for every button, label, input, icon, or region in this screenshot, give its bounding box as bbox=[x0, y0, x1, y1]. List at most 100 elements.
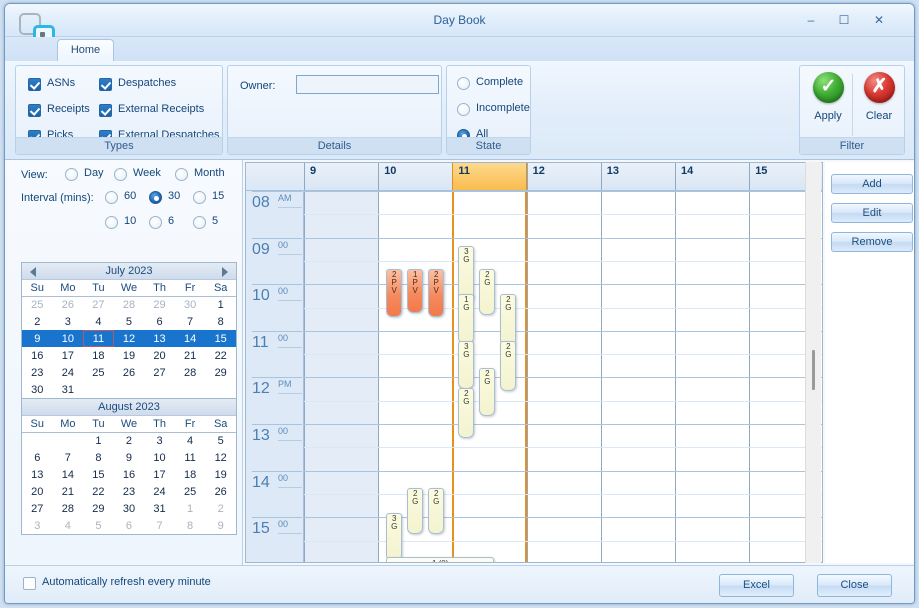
july-day-29[interactable]: 29 bbox=[205, 364, 236, 381]
august-day-25[interactable]: 25 bbox=[175, 483, 206, 500]
day-header-14[interactable]: 14 bbox=[675, 163, 750, 190]
appointment-block[interactable]: 2PV bbox=[386, 269, 403, 317]
appointment-block[interactable]: 2G bbox=[500, 294, 517, 346]
august-day-1[interactable]: 1 bbox=[83, 432, 114, 449]
appointment-block[interactable]: 3G bbox=[458, 341, 475, 389]
august-day-4[interactable]: 4 bbox=[53, 517, 84, 534]
july-day-29[interactable]: 29 bbox=[144, 296, 175, 313]
august-day-8[interactable]: 8 bbox=[175, 517, 206, 534]
july-day-26[interactable]: 26 bbox=[114, 364, 145, 381]
july-day-9[interactable]: 9 bbox=[22, 330, 53, 347]
july-day-10[interactable]: 10 bbox=[52, 330, 84, 347]
appointment-block[interactable]: 2G bbox=[407, 488, 424, 534]
day-header-13[interactable]: 13 bbox=[600, 163, 675, 190]
august-day-24[interactable]: 24 bbox=[144, 483, 175, 500]
august-day-20[interactable]: 20 bbox=[22, 483, 53, 500]
july-day-15[interactable]: 15 bbox=[205, 330, 236, 347]
july-day-17[interactable]: 17 bbox=[53, 347, 84, 364]
august-day-31[interactable]: 31 bbox=[144, 500, 175, 517]
july-day-23[interactable]: 23 bbox=[22, 364, 53, 381]
july-day-24[interactable]: 24 bbox=[53, 364, 84, 381]
august-day-4[interactable]: 4 bbox=[175, 432, 206, 449]
apply-button[interactable]: ✓ Apply bbox=[804, 72, 852, 138]
august-day-3[interactable]: 3 bbox=[22, 517, 53, 534]
appointment-block[interactable]: 2PV bbox=[428, 269, 445, 317]
calendar-july[interactable]: July 2023 Su Mo Tu We Th Fr Sa 25 26 27 28 29 30 1 2 3 4… bbox=[21, 262, 237, 399]
august-day-17[interactable]: 17 bbox=[144, 466, 175, 483]
july-day-3[interactable]: 3 bbox=[53, 313, 84, 330]
appointment-block[interactable]: 2G bbox=[458, 388, 475, 438]
july-day-30[interactable]: 30 bbox=[22, 381, 53, 398]
tab-home[interactable]: Home bbox=[57, 39, 114, 62]
august-day-13[interactable]: 13 bbox=[22, 466, 53, 483]
august-day-8[interactable]: 8 bbox=[83, 449, 114, 466]
august-day-27[interactable]: 27 bbox=[22, 500, 53, 517]
july-day-25[interactable]: 25 bbox=[22, 296, 53, 313]
july-day-30[interactable]: 30 bbox=[175, 296, 206, 313]
august-day-1[interactable]: 1 bbox=[175, 500, 206, 517]
july-day-27[interactable]: 27 bbox=[144, 364, 175, 381]
july-day-21[interactable]: 21 bbox=[175, 347, 206, 364]
july-day-5[interactable]: 5 bbox=[114, 313, 145, 330]
august-day-22[interactable]: 22 bbox=[83, 483, 114, 500]
july-day-26[interactable]: 26 bbox=[53, 296, 84, 313]
august-day-10[interactable]: 10 bbox=[144, 449, 175, 466]
maximize-icon[interactable]: ☐ bbox=[831, 12, 857, 29]
close-icon[interactable]: ✕ bbox=[866, 12, 892, 29]
august-day-12[interactable]: 12 bbox=[205, 449, 236, 466]
july-day-11[interactable]: 11 bbox=[83, 330, 114, 347]
day-header-10[interactable]: 10 bbox=[378, 163, 453, 190]
close-button[interactable]: Close bbox=[817, 574, 892, 597]
appointment-block[interactable]: 1PV bbox=[407, 269, 424, 313]
july-day-31[interactable]: 31 bbox=[53, 381, 84, 398]
excel-button[interactable]: Excel bbox=[719, 574, 794, 597]
july-day-2[interactable]: 2 bbox=[22, 313, 53, 330]
july-day-28[interactable]: 28 bbox=[114, 296, 145, 313]
chevron-left-icon[interactable] bbox=[30, 267, 36, 277]
appointment-block[interactable]: 3G bbox=[386, 513, 403, 561]
scheduler[interactable]: 9 10 11 12 13 14 15 08 AM 09 00 10 00 11 00 12 PM 13 00 14… bbox=[245, 162, 823, 563]
appointment-block[interactable]: 1 (0) bbox=[386, 557, 495, 562]
august-day-28[interactable]: 28 bbox=[53, 500, 84, 517]
scheduler-grid[interactable]: 2PV 1PV 2PV 3G 2G 1G 2G 3G 2G 2G 2G 2G 2G 3G 1 (0) bbox=[304, 191, 822, 562]
remove-button[interactable]: Remove bbox=[831, 232, 913, 252]
appointment-block[interactable]: 2G bbox=[428, 488, 445, 534]
july-day-18[interactable]: 18 bbox=[83, 347, 114, 364]
minimize-icon[interactable]: – bbox=[798, 12, 824, 29]
july-day-13[interactable]: 13 bbox=[144, 330, 175, 347]
appointment-block[interactable]: 2G bbox=[479, 269, 496, 315]
august-day-26[interactable]: 26 bbox=[205, 483, 236, 500]
chevron-right-icon[interactable] bbox=[222, 267, 228, 277]
august-day-6[interactable]: 6 bbox=[22, 449, 53, 466]
august-day-11[interactable]: 11 bbox=[175, 449, 206, 466]
august-day-5[interactable]: 5 bbox=[205, 432, 236, 449]
august-day-2[interactable]: 2 bbox=[205, 500, 236, 517]
july-day-16[interactable]: 16 bbox=[22, 347, 53, 364]
july-day-19[interactable]: 19 bbox=[114, 347, 145, 364]
july-day-20[interactable]: 20 bbox=[144, 347, 175, 364]
august-day-9[interactable]: 9 bbox=[205, 517, 236, 534]
appointment-block[interactable]: 2G bbox=[500, 341, 517, 391]
august-day-7[interactable]: 7 bbox=[53, 449, 84, 466]
appointment-block[interactable]: 2G bbox=[479, 368, 496, 416]
august-day-7[interactable]: 7 bbox=[144, 517, 175, 534]
day-header-9[interactable]: 9 bbox=[304, 163, 379, 190]
july-day-8[interactable]: 8 bbox=[205, 313, 236, 330]
august-day-23[interactable]: 23 bbox=[114, 483, 145, 500]
august-day-16[interactable]: 16 bbox=[114, 466, 145, 483]
scrollbar-thumb[interactable] bbox=[812, 350, 815, 390]
august-day-2[interactable]: 2 bbox=[114, 432, 145, 449]
july-day-14[interactable]: 14 bbox=[174, 330, 206, 347]
august-day-5[interactable]: 5 bbox=[83, 517, 114, 534]
august-day-21[interactable]: 21 bbox=[53, 483, 84, 500]
august-day-29[interactable]: 29 bbox=[83, 500, 114, 517]
day-header-12[interactable]: 12 bbox=[526, 163, 601, 190]
august-day-9[interactable]: 9 bbox=[114, 449, 145, 466]
day-header-11[interactable]: 11 bbox=[452, 163, 527, 190]
august-day-6[interactable]: 6 bbox=[114, 517, 145, 534]
august-day-14[interactable]: 14 bbox=[53, 466, 84, 483]
appointment-block[interactable]: 1G bbox=[458, 294, 475, 344]
july-day-6[interactable]: 6 bbox=[144, 313, 175, 330]
july-day-7[interactable]: 7 bbox=[175, 313, 206, 330]
july-day-28[interactable]: 28 bbox=[175, 364, 206, 381]
